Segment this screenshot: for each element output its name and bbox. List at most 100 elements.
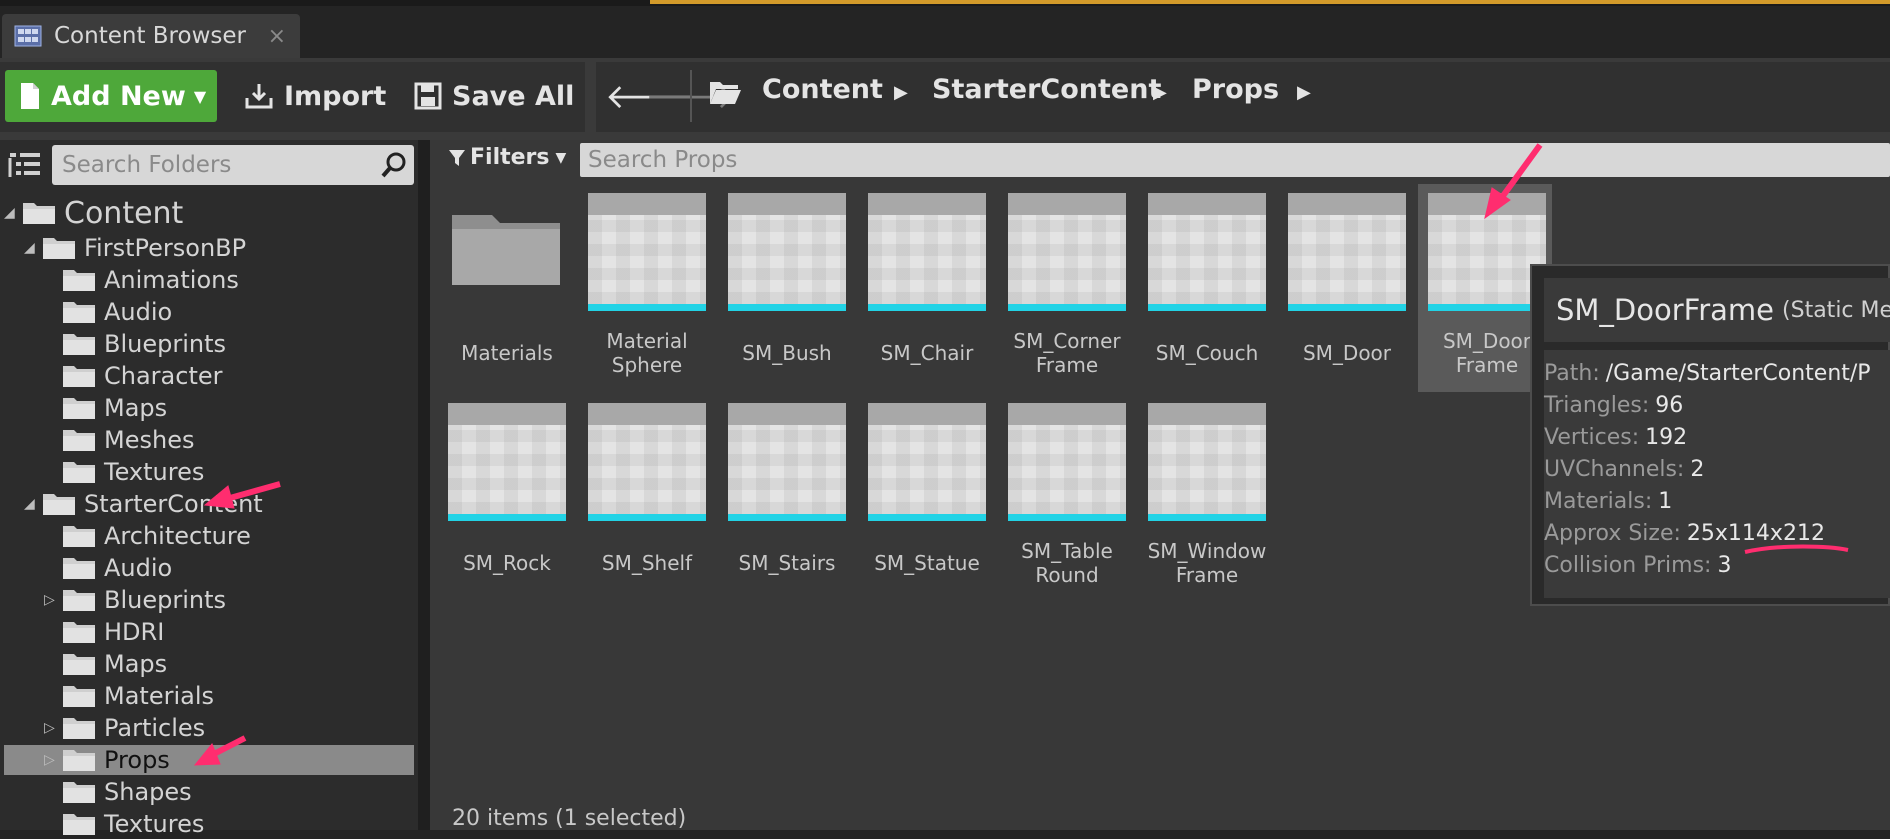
- import-label: Import: [284, 80, 387, 112]
- add-new-label: Add New: [51, 80, 186, 112]
- tree-toggle-icon[interactable]: [8, 150, 44, 182]
- sidebar-item-particles[interactable]: ▷ Particles: [44, 713, 205, 743]
- asset-tile[interactable]: SM_Table Round: [1008, 403, 1126, 603]
- sidebar-item-meshes[interactable]: Meshes: [44, 425, 194, 455]
- sidebar-item-character[interactable]: Character: [44, 361, 223, 391]
- thumbnail-floor: [1148, 425, 1266, 514]
- asset-label: Material: [606, 329, 688, 353]
- search-icon[interactable]: [380, 151, 408, 179]
- search-props-placeholder: Search Props: [588, 147, 738, 173]
- tooltip-value: 25x114x212: [1686, 521, 1825, 546]
- sidebar-item-textures[interactable]: Textures: [44, 457, 204, 487]
- thumbnail-floor: [868, 215, 986, 304]
- tree-label: Blueprints: [104, 586, 227, 614]
- asset-tile[interactable]: SM_Chair: [868, 193, 986, 393]
- collapsed-arrow-icon[interactable]: ▷: [44, 752, 62, 768]
- breadcrumb-arrow-icon[interactable]: ▶: [1297, 82, 1311, 103]
- expanded-arrow-icon[interactable]: ◢: [4, 205, 22, 221]
- add-new-button[interactable]: Add New ▼: [5, 70, 217, 122]
- tree-label: Blueprints: [104, 330, 227, 358]
- asset-tile[interactable]: SM_Statue: [868, 403, 986, 603]
- tooltip-value: 1: [1658, 489, 1673, 514]
- close-icon[interactable]: ×: [268, 24, 286, 49]
- asset-tile[interactable]: SM_Rock: [448, 403, 566, 603]
- asset-tile[interactable]: SM_Shelf: [588, 403, 706, 603]
- breadcrumb-arrow-icon[interactable]: ▶: [1153, 82, 1167, 103]
- search-folders-input[interactable]: Search Folders: [52, 145, 414, 185]
- sidebar-item-maps[interactable]: Maps: [44, 393, 167, 423]
- active-panel-highlight: [650, 0, 1890, 4]
- sidebar-item-shapes[interactable]: Shapes: [44, 777, 192, 807]
- save-icon: [414, 82, 442, 110]
- breadcrumb-startercontent[interactable]: StarterContent: [932, 74, 1161, 105]
- folder-icon: [63, 366, 95, 387]
- asset-tile-materials-folder[interactable]: Materials: [448, 193, 566, 365]
- import-button[interactable]: Import: [244, 70, 386, 122]
- tooltip-header: SM_DoorFrame (Static Me: [1544, 278, 1890, 342]
- breadcrumb-arrow-icon[interactable]: ▶: [894, 82, 908, 103]
- thumbnail-sky: [728, 193, 846, 215]
- sidebar-item-blueprints[interactable]: Blueprints: [44, 329, 226, 359]
- sidebar-item-firstpersonbp[interactable]: ◢ FirstPersonBP: [24, 233, 246, 263]
- search-props-input[interactable]: Search Props: [580, 143, 1890, 177]
- sidebar-item-hdri[interactable]: HDRI: [44, 617, 164, 647]
- panel-splitter[interactable]: [418, 140, 430, 830]
- folder-icon: [63, 622, 95, 643]
- asset-label-line2: Round: [1035, 563, 1099, 587]
- asset-tile[interactable]: SM_Door: [1288, 193, 1406, 393]
- sidebar-item-props[interactable]: ▷ Props: [4, 745, 414, 775]
- asset-tile[interactable]: SM_Couch: [1148, 193, 1266, 393]
- breadcrumb-props[interactable]: Props: [1192, 74, 1279, 105]
- asset-label: SM_Stairs: [738, 551, 836, 575]
- sidebar-item-architecture[interactable]: Architecture: [44, 521, 251, 551]
- save-all-button[interactable]: Save All: [414, 70, 574, 122]
- tree-label: FirstPersonBP: [84, 234, 247, 262]
- folder-icon: [63, 334, 95, 355]
- sidebar-item-audio[interactable]: Audio: [44, 297, 172, 327]
- breadcrumb-content[interactable]: Content: [762, 74, 883, 105]
- tree-label: Content: [64, 195, 184, 231]
- tree-label: Architecture: [104, 522, 251, 550]
- collapsed-arrow-icon[interactable]: ▷: [44, 592, 62, 608]
- tree-label: Audio: [104, 554, 173, 582]
- asset-tile[interactable]: SM_Window Frame: [1148, 403, 1266, 603]
- asset-label: SM_Corner: [1013, 329, 1121, 353]
- thumbnail-sky: [868, 193, 986, 215]
- asset-thumbnail: [868, 193, 986, 311]
- folder-icon: [63, 750, 95, 771]
- asset-label-line2: Frame: [1035, 353, 1099, 377]
- expanded-arrow-icon[interactable]: ◢: [24, 240, 42, 256]
- tooltip-row: Approx Size: 25x114x212: [1544, 521, 1825, 546]
- expanded-arrow-icon[interactable]: ◢: [24, 496, 42, 512]
- asset-tile[interactable]: SM_Stairs: [728, 403, 846, 603]
- tab-content-browser[interactable]: Content Browser ×: [2, 14, 300, 58]
- sidebar-item-startercontent[interactable]: ◢ StarterContent: [24, 489, 263, 519]
- sidebar-item-blueprints[interactable]: ▷ Blueprints: [44, 585, 226, 615]
- tree-label: StarterContent: [84, 490, 263, 518]
- tooltip-key: Vertices:: [1544, 425, 1640, 450]
- tooltip-asset-type: (Static Me: [1782, 297, 1890, 323]
- asset-tile[interactable]: SM_Door Frame: [1428, 193, 1546, 393]
- sidebar-item-animations[interactable]: Animations: [44, 265, 239, 295]
- chevron-down-icon: ▼: [193, 86, 207, 106]
- tooltip-value: 2: [1690, 457, 1705, 482]
- asset-tile[interactable]: SM_Bush: [728, 193, 846, 393]
- folder-icon: [63, 782, 95, 803]
- tooltip-key: Materials:: [1544, 489, 1653, 514]
- window-top-strip: [0, 0, 1890, 6]
- sidebar-item-content[interactable]: ◢ Content: [4, 195, 184, 231]
- thumbnail-sky: [1428, 193, 1546, 215]
- thumbnail-sky: [1008, 403, 1126, 425]
- asset-tile[interactable]: SM_Corner Frame: [1008, 193, 1126, 393]
- sidebar-item-textures[interactable]: Textures: [44, 809, 204, 839]
- tree-label: Textures: [104, 810, 205, 838]
- folder-icon: [63, 430, 95, 451]
- sidebar-item-audio[interactable]: Audio: [44, 553, 172, 583]
- sidebar-item-materials[interactable]: Materials: [44, 681, 214, 711]
- filters-button[interactable]: Filters ▼: [448, 145, 566, 170]
- asset-tile[interactable]: Material Sphere: [588, 193, 706, 393]
- sidebar-item-maps[interactable]: Maps: [44, 649, 167, 679]
- folder-icon: [63, 526, 95, 547]
- collapsed-arrow-icon[interactable]: ▷: [44, 720, 62, 736]
- status-item-count: 20 items (1 selected): [452, 806, 687, 831]
